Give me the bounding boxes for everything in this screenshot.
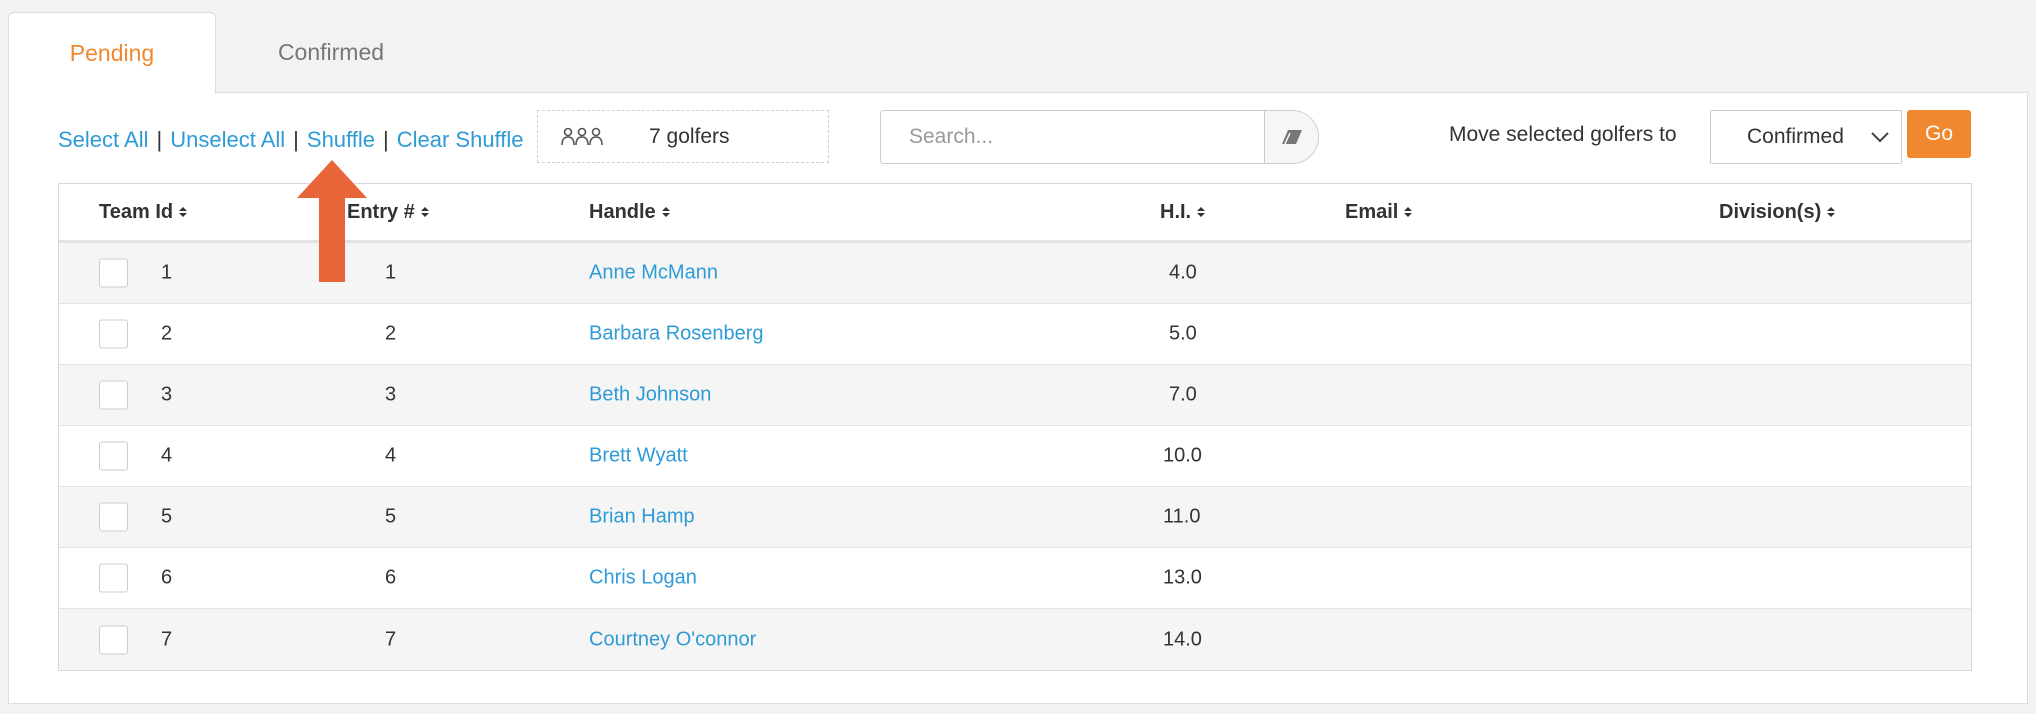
search-box [880,110,1319,164]
entry-cell: 5 [385,505,397,528]
sort-icon [1827,207,1836,217]
hi-cell: 11.0 [1163,505,1201,528]
tab-pending[interactable]: Pending [8,12,216,94]
clear-shuffle-link[interactable]: Clear Shuffle [397,127,524,153]
golfer-count-text: 7 golfers [649,124,730,148]
header-team-id[interactable]: Team Id [99,200,188,224]
select-all-link[interactable]: Select All [58,127,149,153]
separator: | [156,127,163,152]
entry-cell: 3 [385,383,397,406]
team-id-cell: 2 [161,322,173,345]
sort-icon [1197,207,1206,217]
separator: | [293,127,299,152]
sort-icon [179,207,188,217]
move-label: Move selected golfers to [1449,123,1677,146]
golfer-count-box: 7 golfers [537,110,829,163]
table-row: 2 2 Barbara Rosenberg 5.0 [59,304,1971,365]
shuffle-link[interactable]: Shuffle [307,127,375,153]
entry-cell: 6 [385,566,397,589]
clear-search-button[interactable] [1264,111,1318,163]
arrow-up-icon [297,160,367,282]
row-checkbox[interactable] [99,502,128,532]
row-checkbox[interactable] [99,563,128,593]
team-id-cell: 1 [161,261,173,284]
row-checkbox[interactable] [99,258,128,288]
row-checkbox[interactable] [99,380,128,410]
header-division[interactable]: Division(s) [1719,200,1836,224]
hi-cell: 5.0 [1169,322,1197,345]
sort-icon [420,207,429,217]
row-checkbox[interactable] [99,319,128,349]
move-target-value: Confirmed [1747,125,1844,148]
team-id-cell: 3 [161,383,173,406]
table-row: 5 5 Brian Hamp 11.0 [59,487,1971,548]
go-button[interactable]: Go [1907,110,1971,158]
header-label: Division(s) [1719,200,1822,223]
team-id-cell: 4 [161,444,173,467]
separator: | [383,127,389,152]
header-label: Email [1345,200,1399,223]
header-hi[interactable]: H.I. [1160,200,1206,224]
group-icon [561,127,603,145]
entry-cell: 7 [385,628,397,650]
table-body: 1 1 Anne McMann 4.0 2 2 Barbara Rosenber… [59,243,1971,670]
entry-cell: 4 [385,444,397,467]
selection-links: Select All | Unselect All | Shuffle | Cl… [58,127,524,153]
header-email[interactable]: Email [1345,200,1413,224]
header-label: Handle [589,200,656,223]
tab-confirmed[interactable]: Confirmed [216,12,446,93]
search-input[interactable] [881,111,1264,163]
row-checkbox[interactable] [99,625,128,654]
unselect-all-link[interactable]: Unselect All [170,127,285,153]
handle-link[interactable]: Courtney O'connor [589,628,756,651]
table-row: 3 3 Beth Johnson 7.0 [59,365,1971,426]
eraser-icon [1281,130,1302,145]
chevron-down-icon [1871,132,1889,143]
handle-link[interactable]: Brian Hamp [589,506,695,529]
hi-cell: 7.0 [1169,383,1197,406]
hi-cell: 13.0 [1163,566,1202,589]
sort-icon [661,207,670,217]
handle-link[interactable]: Barbara Rosenberg [589,323,764,346]
table-row: 7 7 Courtney O'connor 14.0 [59,609,1971,670]
handle-link[interactable]: Anne McMann [589,262,718,285]
entry-cell: 2 [385,322,397,345]
header-label: Team Id [99,200,174,223]
handle-link[interactable]: Brett Wyatt [589,445,688,468]
team-id-cell: 5 [161,505,173,528]
team-id-cell: 7 [161,628,173,650]
hi-cell: 4.0 [1169,261,1197,284]
tab-bar: Pending Confirmed [8,12,446,94]
handle-link[interactable]: Chris Logan [589,567,697,590]
hi-cell: 14.0 [1163,628,1202,650]
team-id-cell: 6 [161,566,173,589]
entry-cell: 1 [385,261,397,284]
table-row: 4 4 Brett Wyatt 10.0 [59,426,1971,487]
table-row: 6 6 Chris Logan 13.0 [59,548,1971,609]
hi-cell: 10.0 [1163,444,1202,467]
move-target-select[interactable]: Confirmed [1710,110,1902,164]
header-label: H.I. [1160,200,1192,223]
sort-icon [1404,207,1413,217]
header-handle[interactable]: Handle [589,201,670,224]
handle-link[interactable]: Beth Johnson [589,384,711,407]
row-checkbox[interactable] [99,441,128,471]
